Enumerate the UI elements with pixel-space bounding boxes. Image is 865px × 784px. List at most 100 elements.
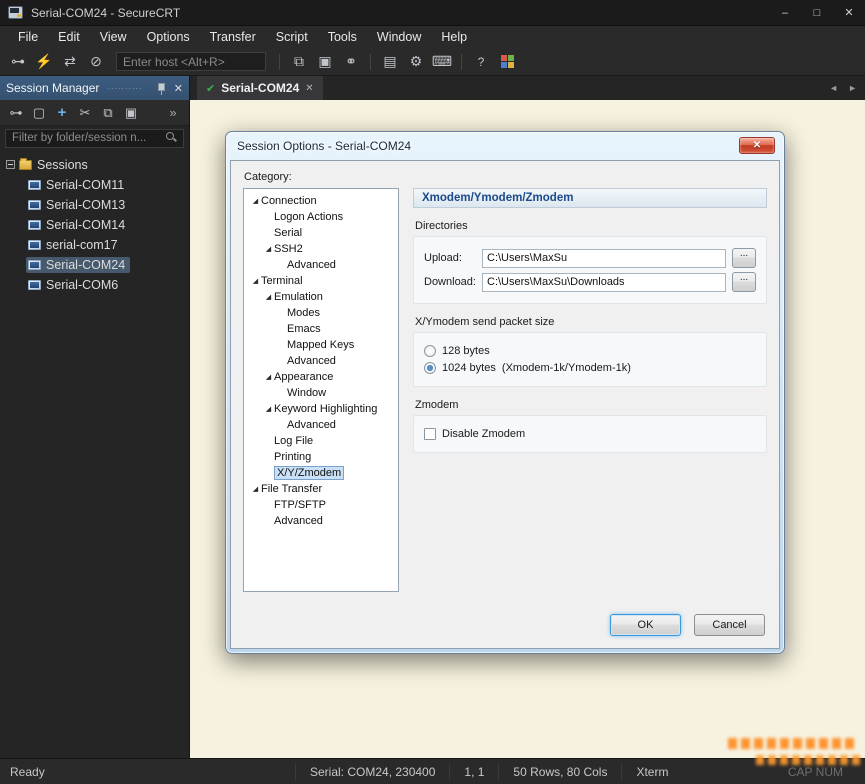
collapse-icon[interactable]	[6, 160, 15, 169]
window-titlebar[interactable]: Serial-COM24 - SecureCRT – □ ✕	[0, 0, 865, 26]
status-lock-keys: CAP NUM	[787, 764, 843, 779]
paste-icon[interactable]: ▣	[313, 51, 337, 73]
category-item-serial[interactable]: Serial	[246, 225, 396, 241]
menu-item-view[interactable]: View	[90, 26, 137, 48]
category-item-terminal[interactable]: ◢ Terminal	[246, 273, 396, 289]
add-session-icon[interactable]: +	[52, 103, 72, 123]
radio-1024-bytes[interactable]: 1024 bytes (Xmodem-1k/Ymodem-1k)	[424, 362, 756, 374]
open-in-tab-icon[interactable]: ▢	[29, 103, 49, 123]
category-item-ssh2[interactable]: ◢ SSH2	[246, 241, 396, 257]
session-item-serial-com17[interactable]: serial-com17	[0, 235, 189, 255]
terminal-area[interactable]: Session Options - Serial-COM24 ✕ Categor…	[190, 100, 865, 758]
quick-connect-icon[interactable]: ⚡	[32, 51, 56, 73]
sessions-root-item[interactable]: Sessions	[0, 155, 189, 175]
minimize-icon[interactable]: –	[769, 0, 801, 25]
session-icon	[28, 219, 41, 230]
upload-label: Upload:	[424, 252, 462, 264]
ok-button[interactable]: OK	[610, 614, 681, 636]
upload-browse-button[interactable]: ...	[732, 248, 756, 268]
find-icon[interactable]: ⚭	[339, 51, 363, 73]
tab-back-icon[interactable]: ◄	[829, 83, 838, 93]
menu-item-transfer[interactable]: Transfer	[200, 26, 266, 48]
overflow-chevron-icon[interactable]: »	[163, 103, 183, 123]
paste-session-icon[interactable]: ▣	[121, 103, 141, 123]
menu-item-file[interactable]: File	[8, 26, 48, 48]
menu-item-help[interactable]: Help	[431, 26, 477, 48]
menu-item-script[interactable]: Script	[266, 26, 318, 48]
category-item-file-transfer[interactable]: ◢ File Transfer	[246, 481, 396, 497]
category-item-emulation[interactable]: ◢ Emulation	[246, 289, 396, 305]
tab-forward-icon[interactable]: ►	[848, 83, 857, 93]
menu-item-edit[interactable]: Edit	[48, 26, 90, 48]
panel-close-icon[interactable]: ✕	[174, 82, 183, 95]
session-icon	[28, 259, 41, 270]
category-item-appearance[interactable]: ◢ Appearance	[246, 369, 396, 385]
category-item-printing[interactable]: Printing	[246, 449, 396, 465]
host-input[interactable]	[116, 52, 266, 71]
keymap-icon[interactable]: ⌨	[430, 51, 454, 73]
session-item-serial-com14[interactable]: Serial-COM14	[0, 215, 189, 235]
menu-item-window[interactable]: Window	[367, 26, 431, 48]
category-item-modes[interactable]: Modes	[246, 305, 396, 321]
session-manager-toolbar: ⊶ ▢ + ✂ ⧉ ▣ »	[0, 100, 189, 126]
category-item-emacs[interactable]: Emacs	[246, 321, 396, 337]
pin-icon[interactable]	[156, 82, 166, 95]
tab-close-icon[interactable]: ✕	[305, 83, 313, 94]
menu-item-tools[interactable]: Tools	[318, 26, 367, 48]
disable-zmodem-label: Disable Zmodem	[442, 428, 526, 440]
session-manager-title: Session Manager	[6, 81, 100, 95]
menu-item-options[interactable]: Options	[137, 26, 200, 48]
category-item-advanced[interactable]: Advanced	[246, 257, 396, 273]
tab-serial-com24[interactable]: ✔ Serial-COM24 ✕	[197, 76, 323, 100]
radio-128-bytes[interactable]: 128 bytes	[424, 345, 756, 357]
help-icon[interactable]: ?	[469, 51, 493, 73]
upload-path-input[interactable]	[482, 248, 726, 268]
download-browse-button[interactable]: ...	[732, 272, 756, 292]
category-item-advanced[interactable]: Advanced	[246, 353, 396, 369]
close-icon[interactable]: ✕	[833, 0, 865, 25]
category-item-window[interactable]: Window	[246, 385, 396, 401]
connect-icon[interactable]: ⊶	[6, 51, 30, 73]
category-item-label: Modes	[287, 307, 321, 319]
print-icon[interactable]: ▤	[378, 51, 402, 73]
session-icon	[28, 279, 41, 290]
reconnect-icon[interactable]: ⇄	[58, 51, 82, 73]
session-filter-input[interactable]	[5, 128, 184, 148]
category-item-label: Advanced	[274, 515, 323, 527]
category-item-advanced[interactable]: Advanced	[246, 417, 396, 433]
disconnect-icon[interactable]: ⊘	[84, 51, 108, 73]
category-item-advanced[interactable]: Advanced	[246, 513, 396, 529]
disable-zmodem-checkbox[interactable]: Disable Zmodem	[424, 428, 756, 440]
category-item-log-file[interactable]: Log File	[246, 433, 396, 449]
session-item-serial-com13[interactable]: Serial-COM13	[0, 195, 189, 215]
category-item-ftp-sftp[interactable]: FTP/SFTP	[246, 497, 396, 513]
maximize-icon[interactable]: □	[801, 0, 833, 25]
tree-expand-icon: ◢	[265, 294, 272, 301]
category-item-connection[interactable]: ◢ Connection	[246, 193, 396, 209]
category-item-keyword-highlighting[interactable]: ◢ Keyword Highlighting	[246, 401, 396, 417]
category-item-logon-actions[interactable]: Logon Actions	[246, 209, 396, 225]
tabbar: ✔ Serial-COM24 ✕ ◄ ►	[190, 76, 865, 100]
download-path-input[interactable]	[482, 272, 726, 292]
cut-icon[interactable]: ✂	[75, 103, 95, 123]
category-item-mapped-keys[interactable]: Mapped Keys	[246, 337, 396, 353]
script-grid-icon[interactable]	[495, 51, 519, 73]
status-cursor-position: 1, 1	[449, 763, 498, 780]
copy-icon[interactable]: ⧉	[287, 51, 311, 73]
dialog-close-icon[interactable]: ✕	[739, 137, 775, 154]
category-item-label: Connection	[261, 195, 317, 207]
session-item-serial-com6[interactable]: Serial-COM6	[0, 275, 189, 295]
connect-session-icon[interactable]: ⊶	[6, 103, 26, 123]
session-manager-header[interactable]: Session Manager ∙∙∙∙∙∙∙∙∙∙ ✕	[0, 76, 189, 100]
toolbar-separator	[461, 53, 462, 70]
session-item-serial-com24[interactable]: Serial-COM24	[0, 255, 189, 275]
copy-session-icon[interactable]: ⧉	[98, 103, 118, 123]
category-item-x-y-zmodem[interactable]: X/Y/Zmodem	[246, 465, 396, 481]
panel-header: Xmodem/Ymodem/Zmodem	[413, 188, 767, 208]
toolbar-separator	[370, 53, 371, 70]
dialog-titlebar[interactable]: Session Options - Serial-COM24 ✕	[226, 132, 784, 160]
cancel-button[interactable]: Cancel	[694, 614, 765, 636]
tab-label: Serial-COM24	[221, 81, 300, 95]
session-options-icon[interactable]: ⚙	[404, 51, 428, 73]
session-item-serial-com11[interactable]: Serial-COM11	[0, 175, 189, 195]
